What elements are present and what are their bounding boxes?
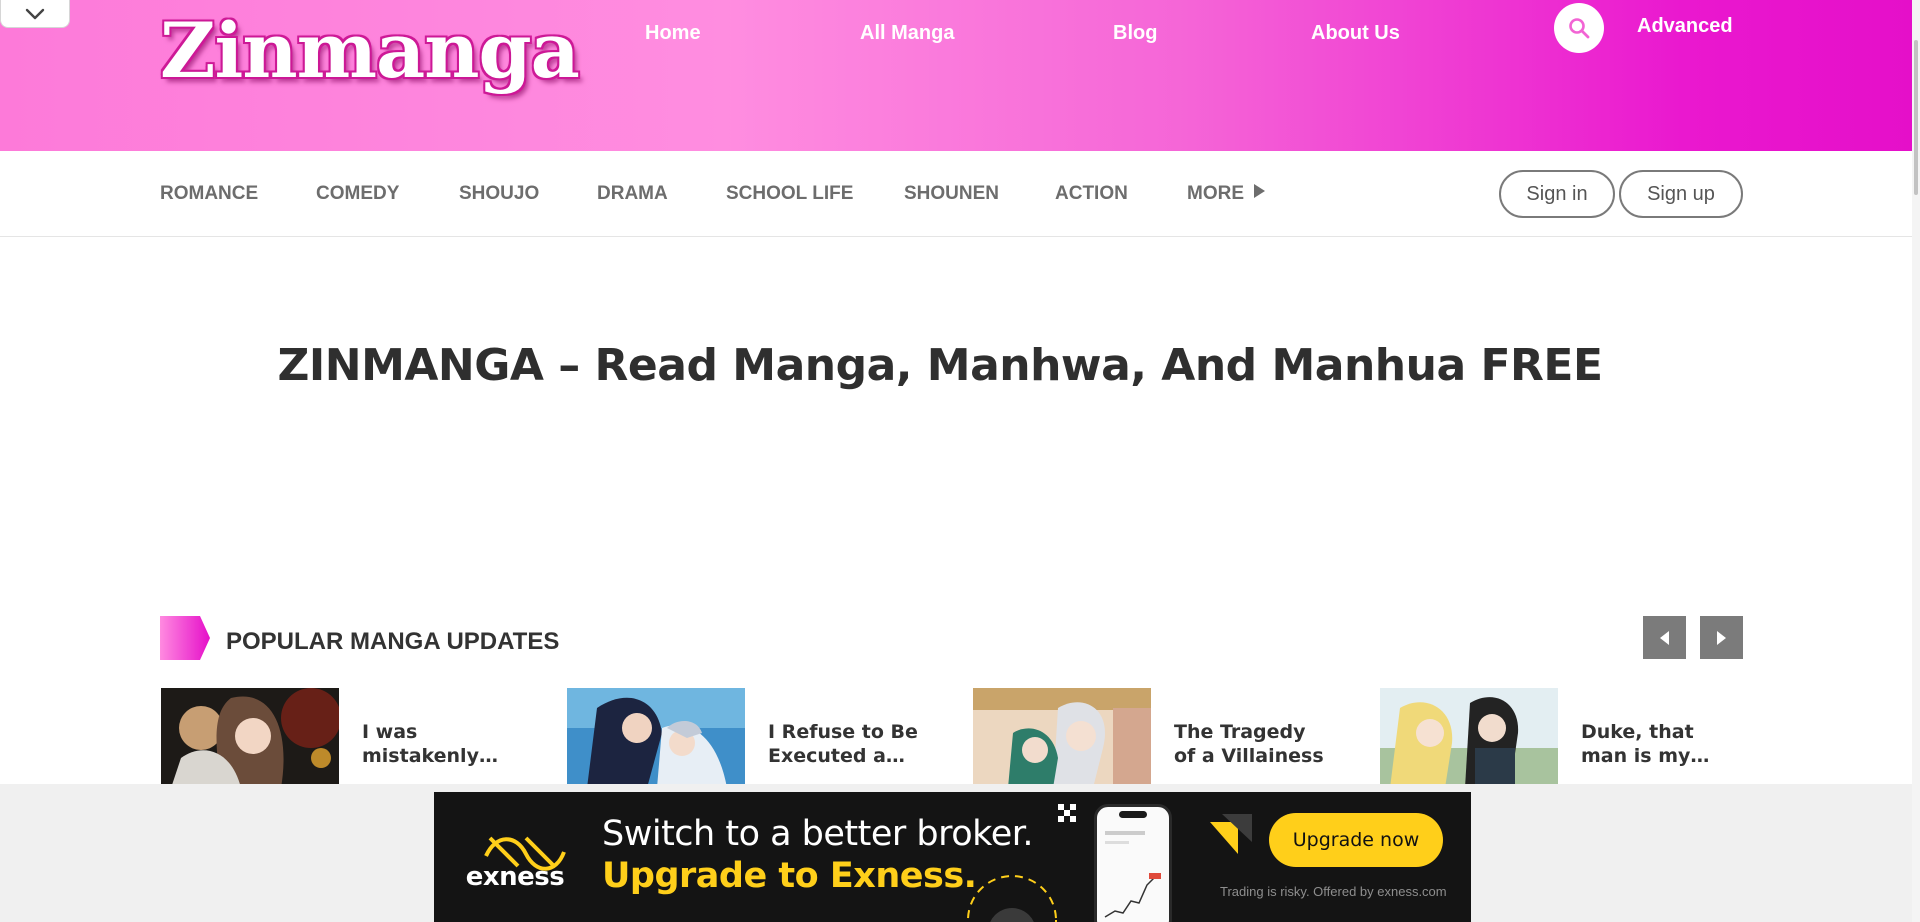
site-logo[interactable]: Zinmanga (160, 6, 580, 96)
manga-cover[interactable] (973, 688, 1151, 788)
page-title: ZINMANGA – Read Manga, Manhwa, And Manhu… (277, 340, 1603, 391)
genre-school-life[interactable]: SCHOOL LIFE (726, 183, 853, 205)
sign-in-button[interactable]: Sign in (1499, 170, 1615, 218)
manga-cover-art (567, 688, 745, 788)
manga-cover-art (1380, 688, 1558, 788)
genre-more[interactable]: MORE (1187, 183, 1265, 205)
ad-phone-image (1094, 804, 1172, 922)
nav-about-us[interactable]: About Us (1311, 22, 1400, 45)
nav-blog[interactable]: Blog (1113, 22, 1157, 45)
genre-romance[interactable]: ROMANCE (160, 183, 258, 205)
nav-all-manga[interactable]: All Manga (860, 22, 954, 45)
site-header: Zinmanga Home All Manga Blog About Us Ad… (0, 0, 1912, 151)
genre-shoujo[interactable]: SHOUJO (459, 183, 539, 205)
genre-comedy[interactable]: COMEDY (316, 183, 399, 205)
page: Zinmanga Home All Manga Blog About Us Ad… (0, 0, 1920, 922)
collapse-toggle[interactable] (0, 0, 70, 28)
manga-title[interactable]: I Refuse to Be Executed a… (768, 720, 918, 768)
search-icon (1569, 18, 1590, 39)
manga-title[interactable]: Duke, that man is my… (1581, 720, 1731, 768)
manga-cover[interactable] (1380, 688, 1558, 788)
search-button[interactable] (1554, 3, 1604, 53)
ad-cta-button[interactable]: Upgrade now (1269, 813, 1443, 867)
ad-headline: Switch to a better broker. (602, 814, 1034, 854)
genre-drama[interactable]: DRAMA (597, 183, 668, 205)
manga-title[interactable]: I was mistakenly… (362, 720, 512, 768)
ad-disclaimer: Trading is risky. Offered by exness.com (1220, 884, 1447, 899)
sign-up-button[interactable]: Sign up (1619, 170, 1743, 218)
manga-card[interactable]: I was mistakenly… (161, 688, 561, 788)
manga-cover[interactable] (567, 688, 745, 788)
ad-shape-icon (1210, 814, 1252, 854)
caret-right-icon (1717, 630, 1726, 645)
genre-more-label: MORE (1187, 183, 1244, 204)
section-heading: POPULAR MANGA UPDATES (226, 628, 560, 655)
advanced-search-link[interactable]: Advanced (1637, 15, 1733, 38)
manga-title[interactable]: The Tragedy of a Villainess (1174, 720, 1324, 768)
ad-subheadline: Upgrade to Exness. (602, 856, 977, 896)
carousel-next-button[interactable] (1700, 616, 1743, 659)
carousel-prev-button[interactable] (1643, 616, 1686, 659)
manga-card[interactable]: The Tragedy of a Villainess (973, 688, 1373, 788)
ad-decor-ring (967, 875, 1057, 922)
manga-card[interactable]: I Refuse to Be Executed a… (567, 688, 967, 788)
manga-cover-art (161, 688, 339, 788)
genre-shounen[interactable]: SHOUNEN (904, 183, 999, 205)
manga-cover[interactable] (161, 688, 339, 788)
genre-action[interactable]: ACTION (1055, 183, 1128, 205)
nav-home[interactable]: Home (645, 22, 701, 45)
ad-close-icon[interactable] (1058, 804, 1076, 822)
manga-card[interactable]: Duke, that man is my… (1380, 688, 1780, 788)
ad-banner[interactable]: exness Switch to a better broker. Upgrad… (434, 792, 1471, 922)
ad-brand: exness (465, 862, 565, 892)
scrollbar-thumb[interactable] (1914, 40, 1918, 195)
section-flag-icon (160, 616, 210, 660)
caret-left-icon (1660, 630, 1669, 645)
chevron-down-icon (25, 8, 45, 19)
caret-right-icon (1254, 184, 1265, 198)
ad-chart-graphic (1104, 811, 1161, 918)
manga-cover-art (973, 688, 1151, 788)
